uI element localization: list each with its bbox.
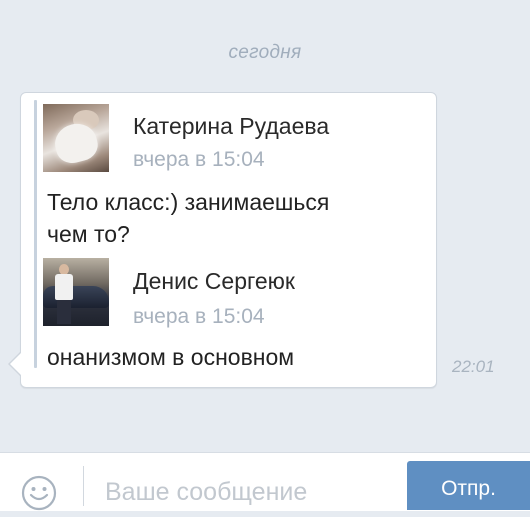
forwarded-quote-line (34, 100, 37, 368)
smiley-face-icon[interactable] (20, 474, 58, 512)
message-line: онанизмом в основном (47, 344, 295, 370)
composer-divider (83, 466, 84, 506)
forwarded-sender-name[interactable]: Катерина Рудаева (133, 113, 329, 140)
forwarded-timestamp: вчера в 15:04 (133, 148, 265, 171)
forwarded-sender-name[interactable]: Денис Сергеюк (133, 268, 295, 295)
avatar[interactable] (43, 104, 109, 172)
date-separator: сегодня (228, 42, 302, 63)
message-line: Тело класс:) занимаешься (47, 189, 330, 215)
forwarded-message-text: Тело класс:) занимаешься чем то? (47, 186, 329, 250)
forwarded-message-text: онанизмом в основном (47, 341, 294, 373)
bubble-tail-fill (10, 351, 23, 377)
message-input[interactable] (105, 474, 395, 510)
avatar[interactable] (43, 258, 109, 326)
forwarded-timestamp: вчера в 15:04 (133, 305, 265, 328)
message-line: чем то? (47, 221, 130, 247)
send-button[interactable]: Отпр. (407, 461, 530, 510)
message-timestamp: 22:01 (452, 357, 495, 376)
